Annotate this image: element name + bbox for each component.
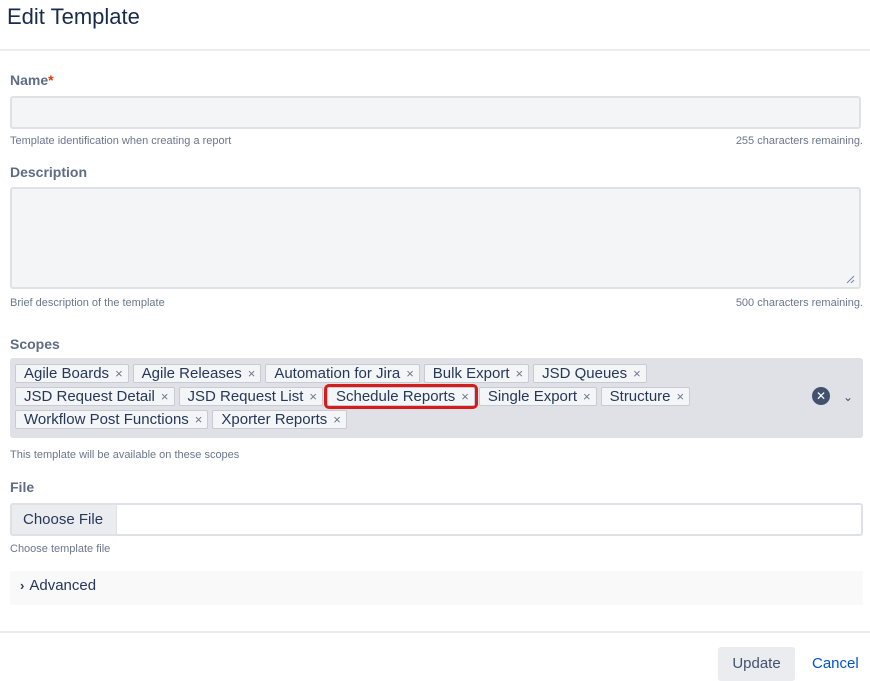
choose-file-button[interactable]: Choose File bbox=[12, 505, 117, 534]
scope-tag: Single Export × bbox=[478, 387, 597, 406]
chevron-right-icon: › bbox=[20, 578, 25, 593]
scope-tag: JSD Queues × bbox=[533, 364, 647, 383]
scope-tag-label: Workflow Post Functions bbox=[24, 411, 189, 428]
scope-tag-label: Single Export bbox=[487, 388, 578, 405]
description-remaining: 500 characters remaining. bbox=[735, 297, 863, 309]
remove-tag-icon[interactable]: × bbox=[516, 366, 524, 381]
scope-tag: JSD Request List × bbox=[178, 387, 323, 406]
advanced-toggle[interactable]: › Advanced bbox=[10, 571, 863, 605]
remove-tag-icon[interactable]: × bbox=[333, 412, 341, 427]
scope-tag: JSD Request Detail × bbox=[15, 387, 175, 406]
remove-tag-icon[interactable]: × bbox=[583, 389, 591, 404]
name-label-text: Name bbox=[10, 72, 49, 88]
file-label: File bbox=[10, 479, 35, 495]
scope-tag: Bulk Export × bbox=[423, 364, 530, 383]
remove-tag-icon[interactable]: × bbox=[406, 366, 414, 381]
name-help: Template identification when creating a … bbox=[10, 135, 232, 147]
description-label: Description bbox=[10, 164, 88, 180]
scope-tag: Structure × bbox=[600, 387, 691, 406]
scope-tag: Agile Releases × bbox=[132, 364, 262, 383]
scope-tag-label: Structure bbox=[609, 388, 671, 405]
remove-tag-icon[interactable]: × bbox=[161, 389, 169, 404]
scopes-help: This template will be available on these… bbox=[10, 449, 240, 461]
scope-tag-label: JSD Request List bbox=[187, 388, 304, 405]
scope-tag-label: JSD Queues bbox=[542, 365, 628, 382]
name-input[interactable] bbox=[10, 96, 861, 129]
header-divider bbox=[0, 49, 870, 51]
scope-tag-label: Automation for Jira bbox=[274, 365, 401, 382]
remove-tag-icon[interactable]: × bbox=[677, 389, 685, 404]
scope-tag-label: Bulk Export bbox=[432, 365, 510, 382]
remove-tag-icon[interactable]: × bbox=[309, 389, 317, 404]
resize-handle-icon[interactable] bbox=[846, 275, 855, 284]
scopes-label: Scopes bbox=[10, 336, 60, 352]
scope-tag-label: Xporter Reports bbox=[221, 411, 328, 428]
clear-all-icon[interactable]: ✕ bbox=[812, 387, 830, 405]
scope-tag: Workflow Post Functions × bbox=[15, 410, 209, 429]
chevron-down-icon[interactable]: ⌄ bbox=[843, 390, 853, 404]
description-textarea[interactable] bbox=[10, 187, 861, 289]
remove-tag-icon[interactable]: × bbox=[633, 366, 641, 381]
scope-tag-label: JSD Request Detail bbox=[24, 388, 155, 405]
scope-tag: Xporter Reports × bbox=[212, 410, 347, 429]
advanced-label: Advanced bbox=[29, 577, 97, 594]
remove-tag-icon[interactable]: × bbox=[195, 412, 203, 427]
footer-divider bbox=[0, 631, 870, 633]
file-input[interactable]: Choose File bbox=[10, 503, 863, 536]
remove-tag-icon[interactable]: × bbox=[248, 366, 256, 381]
cancel-link[interactable]: Cancel bbox=[812, 655, 859, 672]
name-label: Name* bbox=[10, 72, 54, 88]
scope-tag-label: Agile Releases bbox=[141, 365, 242, 382]
scope-tag: Automation for Jira × bbox=[265, 364, 420, 383]
scopes-tag-list: Agile Boards × Agile Releases × Automation f… bbox=[15, 364, 805, 433]
page-title: Edit Template bbox=[7, 4, 140, 29]
scope-tag: Schedule Reports × bbox=[323, 384, 478, 409]
scope-tag-label: Agile Boards bbox=[24, 365, 110, 382]
scope-tag: Agile Boards × bbox=[15, 364, 129, 383]
required-marker: * bbox=[48, 72, 54, 88]
name-remaining: 255 characters remaining. bbox=[735, 135, 863, 147]
update-button[interactable]: Update bbox=[718, 647, 795, 681]
file-help: Choose template file bbox=[10, 543, 111, 555]
scopes-multiselect[interactable]: Agile Boards × Agile Releases × Automation f… bbox=[10, 358, 863, 438]
remove-tag-icon[interactable]: × bbox=[461, 389, 469, 404]
description-help: Brief description of the template bbox=[10, 297, 165, 309]
remove-tag-icon[interactable]: × bbox=[115, 366, 123, 381]
scope-tag-label: Schedule Reports bbox=[335, 388, 456, 405]
